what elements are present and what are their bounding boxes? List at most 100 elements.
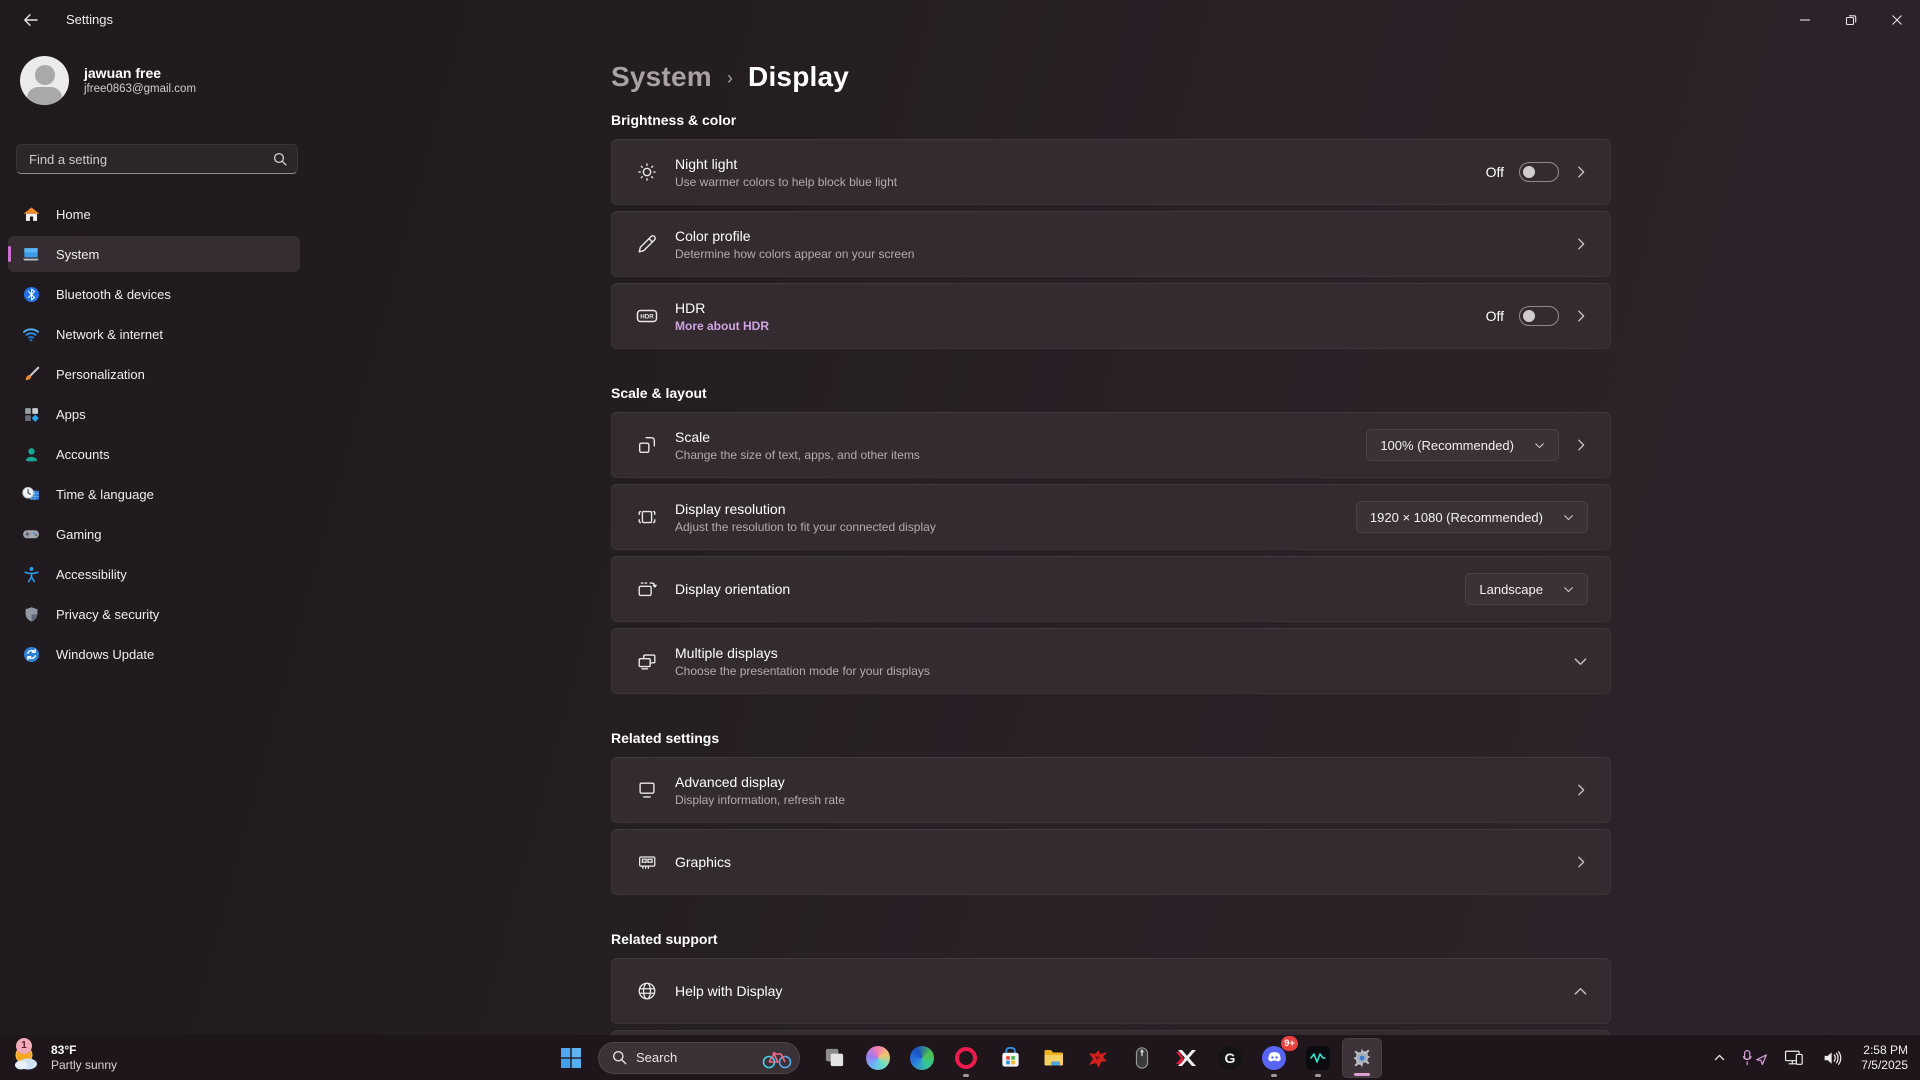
opera-gx-icon bbox=[955, 1047, 977, 1069]
chevron-right-icon bbox=[1574, 309, 1588, 323]
gaming-icon bbox=[21, 524, 41, 544]
close-button[interactable] bbox=[1874, 0, 1920, 40]
back-button[interactable] bbox=[10, 4, 52, 36]
discord-button[interactable]: 9+ bbox=[1254, 1038, 1294, 1078]
app-title: Settings bbox=[66, 12, 113, 27]
copilot-button[interactable] bbox=[858, 1038, 898, 1078]
row-multiple-displays[interactable]: Multiple displays Choose the presentatio… bbox=[611, 628, 1611, 694]
time-language-icon bbox=[21, 484, 41, 504]
sidebar-item-windows-update[interactable]: Windows Update bbox=[8, 636, 300, 672]
x-app-icon bbox=[1174, 1046, 1198, 1070]
row-title: Advanced display bbox=[675, 774, 845, 790]
search-box[interactable] bbox=[16, 144, 298, 174]
sidebar-item-label: System bbox=[56, 247, 99, 262]
row-subtitle: Determine how colors appear on your scre… bbox=[675, 247, 914, 261]
microphone-location-icon bbox=[1742, 1049, 1768, 1067]
page-title: Display bbox=[748, 61, 849, 93]
row-graphics[interactable]: Graphics bbox=[611, 829, 1611, 895]
row-color-profile[interactable]: Color profile Determine how colors appea… bbox=[611, 211, 1611, 277]
logitech-g-button[interactable]: G bbox=[1210, 1038, 1250, 1078]
sidebar-item-time-language[interactable]: Time & language bbox=[8, 476, 300, 512]
scale-icon bbox=[634, 434, 660, 456]
taskbar-search[interactable]: Search bbox=[598, 1042, 800, 1074]
weather-condition: Partly sunny bbox=[51, 1058, 117, 1073]
x-app-button[interactable] bbox=[1166, 1038, 1206, 1078]
redragon-button[interactable] bbox=[1078, 1038, 1118, 1078]
row-subtitle: Change the size of text, apps, and other… bbox=[675, 448, 920, 462]
minimize-button[interactable] bbox=[1782, 0, 1828, 40]
user-profile[interactable]: jawuan free jfree0863@gmail.com bbox=[20, 56, 196, 105]
sidebar-item-network-internet[interactable]: Network & internet bbox=[8, 316, 300, 352]
active-indicator bbox=[1354, 1073, 1370, 1076]
sidebar-item-gaming[interactable]: Gaming bbox=[8, 516, 300, 552]
sidebar-item-privacy-security[interactable]: Privacy & security bbox=[8, 596, 300, 632]
sidebar-item-system[interactable]: System bbox=[8, 236, 300, 272]
personalization-icon bbox=[21, 364, 41, 384]
night-light-toggle[interactable] bbox=[1519, 162, 1559, 182]
accessibility-icon bbox=[21, 564, 41, 584]
edge-button[interactable] bbox=[902, 1038, 942, 1078]
microsoft-store-button[interactable] bbox=[990, 1038, 1030, 1078]
taskbar-search-label: Search bbox=[636, 1050, 760, 1065]
sidebar-item-apps[interactable]: Apps bbox=[8, 396, 300, 432]
row-hdr[interactable]: HDR HDR More about HDR Off bbox=[611, 283, 1611, 349]
search-icon bbox=[273, 152, 287, 166]
hidden-icons-button[interactable] bbox=[1707, 1040, 1732, 1076]
file-explorer-button[interactable] bbox=[1034, 1038, 1074, 1078]
svg-text:HDR: HDR bbox=[640, 314, 654, 321]
search-icon bbox=[612, 1050, 627, 1065]
search-input[interactable] bbox=[27, 151, 273, 168]
scale-dropdown[interactable]: 100% (Recommended) bbox=[1366, 429, 1559, 461]
task-view-button[interactable] bbox=[814, 1038, 854, 1078]
chevron-up-icon bbox=[1713, 1051, 1726, 1064]
discord-icon bbox=[1262, 1046, 1286, 1070]
voicemod-button[interactable] bbox=[1298, 1038, 1338, 1078]
sidebar-item-label: Accessibility bbox=[56, 567, 127, 582]
copilot-icon bbox=[866, 1046, 890, 1070]
sidebar-item-label: Accounts bbox=[56, 447, 109, 462]
chevron-down-icon bbox=[1534, 440, 1545, 451]
restore-button[interactable] bbox=[1828, 0, 1874, 40]
settings-gear-icon bbox=[1350, 1046, 1374, 1070]
row-night-light[interactable]: Night light Use warmer colors to help bl… bbox=[611, 139, 1611, 205]
chevron-right-icon bbox=[1574, 237, 1588, 251]
color-profile-icon bbox=[634, 233, 660, 255]
user-name: jawuan free bbox=[84, 65, 196, 82]
hdr-toggle[interactable] bbox=[1519, 306, 1559, 326]
main-content: System › Display Brightness & color Nigh… bbox=[611, 40, 1611, 1035]
sidebar-item-home[interactable]: Home bbox=[8, 196, 300, 232]
start-button[interactable] bbox=[550, 1038, 592, 1078]
orientation-dropdown[interactable]: Landscape bbox=[1465, 573, 1588, 605]
sidebar-item-accessibility[interactable]: Accessibility bbox=[8, 556, 300, 592]
row-help-with-display[interactable]: Help with Display bbox=[611, 958, 1611, 1024]
privacy-indicators[interactable] bbox=[1736, 1040, 1774, 1076]
weather-widget[interactable]: 1 83°F Partly sunny bbox=[10, 1035, 117, 1080]
mouse-utility-button[interactable] bbox=[1122, 1038, 1162, 1078]
breadcrumb-system[interactable]: System bbox=[611, 61, 712, 93]
row-display-resolution[interactable]: Display resolution Adjust the resolution… bbox=[611, 484, 1611, 550]
sidebar-item-accounts[interactable]: Accounts bbox=[8, 436, 300, 472]
clock[interactable]: 2:58 PM 7/5/2025 bbox=[1861, 1043, 1908, 1073]
hdr-toggle-label: Off bbox=[1486, 308, 1504, 324]
taskbar-apps: G 9+ bbox=[814, 1038, 1382, 1078]
chevron-down-icon[interactable] bbox=[1573, 654, 1588, 669]
network-button[interactable] bbox=[1778, 1040, 1812, 1076]
settings-app-button[interactable] bbox=[1342, 1038, 1382, 1078]
opera-gx-button[interactable] bbox=[946, 1038, 986, 1078]
chevron-up-icon[interactable] bbox=[1573, 984, 1588, 999]
volume-button[interactable] bbox=[1816, 1040, 1849, 1076]
scale-dropdown-value: 100% (Recommended) bbox=[1380, 438, 1514, 453]
graphics-icon bbox=[634, 851, 660, 873]
running-indicator bbox=[1315, 1074, 1321, 1077]
row-advanced-display[interactable]: Advanced display Display information, re… bbox=[611, 757, 1611, 823]
row-display-orientation[interactable]: Display orientation Landscape bbox=[611, 556, 1611, 622]
resolution-dropdown[interactable]: 1920 × 1080 (Recommended) bbox=[1356, 501, 1588, 533]
sidebar-item-personalization[interactable]: Personalization bbox=[8, 356, 300, 392]
sidebar-item-bluetooth-devices[interactable]: Bluetooth & devices bbox=[8, 276, 300, 312]
row-scale[interactable]: Scale Change the size of text, apps, and… bbox=[611, 412, 1611, 478]
chevron-down-icon bbox=[1563, 584, 1574, 595]
avatar bbox=[20, 56, 69, 105]
row-title: Display resolution bbox=[675, 501, 936, 517]
more-about-hdr-link[interactable]: More about HDR bbox=[675, 319, 769, 333]
restore-icon bbox=[1845, 14, 1857, 26]
